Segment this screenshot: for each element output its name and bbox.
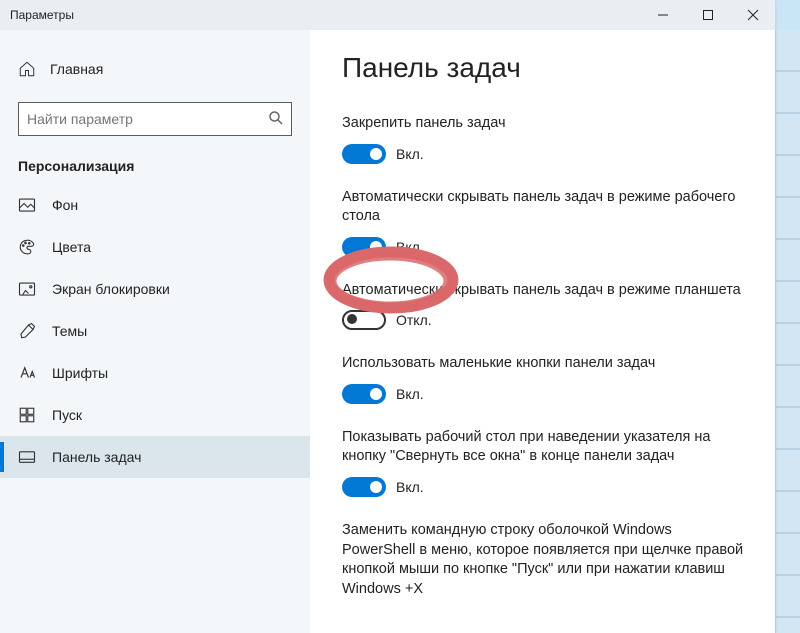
background-strip: [775, 30, 800, 633]
brush-icon: [18, 322, 36, 340]
toggle-state: Откл.: [396, 312, 432, 328]
toggle-autohide-tablet[interactable]: [342, 310, 386, 330]
window-controls: [640, 0, 775, 30]
option-label: Автоматически скрывать панель задач в ре…: [342, 281, 745, 301]
page-title: Панель задач: [342, 52, 745, 84]
sidebar-item-background[interactable]: Фон: [0, 184, 310, 226]
sidebar-item-taskbar[interactable]: Панель задач: [0, 436, 310, 478]
option-label: Автоматически скрывать панель задач в ре…: [342, 188, 745, 227]
lockscreen-icon: [18, 280, 36, 298]
sidebar-category: Персонализация: [0, 158, 310, 184]
toggle-state: Вкл.: [396, 239, 424, 255]
toggle-state: Вкл.: [396, 146, 424, 162]
home-icon: [18, 60, 36, 78]
toggle-lock-taskbar[interactable]: [342, 144, 386, 164]
search-wrap: [18, 102, 292, 136]
settings-window: Параметры Главная Персонализация Фон: [0, 0, 775, 633]
sidebar-item-colors[interactable]: Цвета: [0, 226, 310, 268]
close-button[interactable]: [730, 0, 775, 30]
search-icon: [267, 109, 285, 127]
sidebar-item-label: Фон: [52, 197, 78, 213]
sidebar-item-start[interactable]: Пуск: [0, 394, 310, 436]
home-label: Главная: [50, 61, 103, 77]
toggle-state: Вкл.: [396, 479, 424, 495]
option-label: Использовать маленькие кнопки панели зад…: [342, 354, 745, 374]
font-icon: [18, 364, 36, 382]
option-label: Заменить командную строку оболочкой Wind…: [342, 521, 745, 599]
toggle-peek-desktop[interactable]: [342, 477, 386, 497]
sidebar-item-lockscreen[interactable]: Экран блокировки: [0, 268, 310, 310]
background-strip-top: [775, 0, 800, 30]
picture-icon: [18, 196, 36, 214]
palette-icon: [18, 238, 36, 256]
window-title: Параметры: [10, 8, 74, 22]
toggle-autohide-desktop[interactable]: [342, 237, 386, 257]
taskbar-icon: [18, 448, 36, 466]
sidebar-item-label: Пуск: [52, 407, 82, 423]
sidebar-item-label: Панель задач: [52, 449, 141, 465]
sidebar-item-fonts[interactable]: Шрифты: [0, 352, 310, 394]
sidebar-item-label: Экран блокировки: [52, 281, 170, 297]
sidebar-item-label: Цвета: [52, 239, 91, 255]
maximize-button[interactable]: [685, 0, 730, 30]
option-label: Показывать рабочий стол при наведении ук…: [342, 428, 745, 467]
sidebar-item-themes[interactable]: Темы: [0, 310, 310, 352]
start-icon: [18, 406, 36, 424]
search-input[interactable]: [18, 102, 292, 136]
titlebar: Параметры: [0, 0, 775, 30]
minimize-button[interactable]: [640, 0, 685, 30]
sidebar-item-label: Шрифты: [52, 365, 108, 381]
sidebar-item-label: Темы: [52, 323, 87, 339]
sidebar: Главная Персонализация Фон Цвета Экран б…: [0, 30, 310, 633]
home-link[interactable]: Главная: [0, 50, 310, 88]
option-label: Закрепить панель задач: [342, 114, 745, 134]
content-pane: Панель задач Закрепить панель задач Вкл.…: [310, 30, 775, 633]
toggle-small-buttons[interactable]: [342, 384, 386, 404]
toggle-state: Вкл.: [396, 386, 424, 402]
